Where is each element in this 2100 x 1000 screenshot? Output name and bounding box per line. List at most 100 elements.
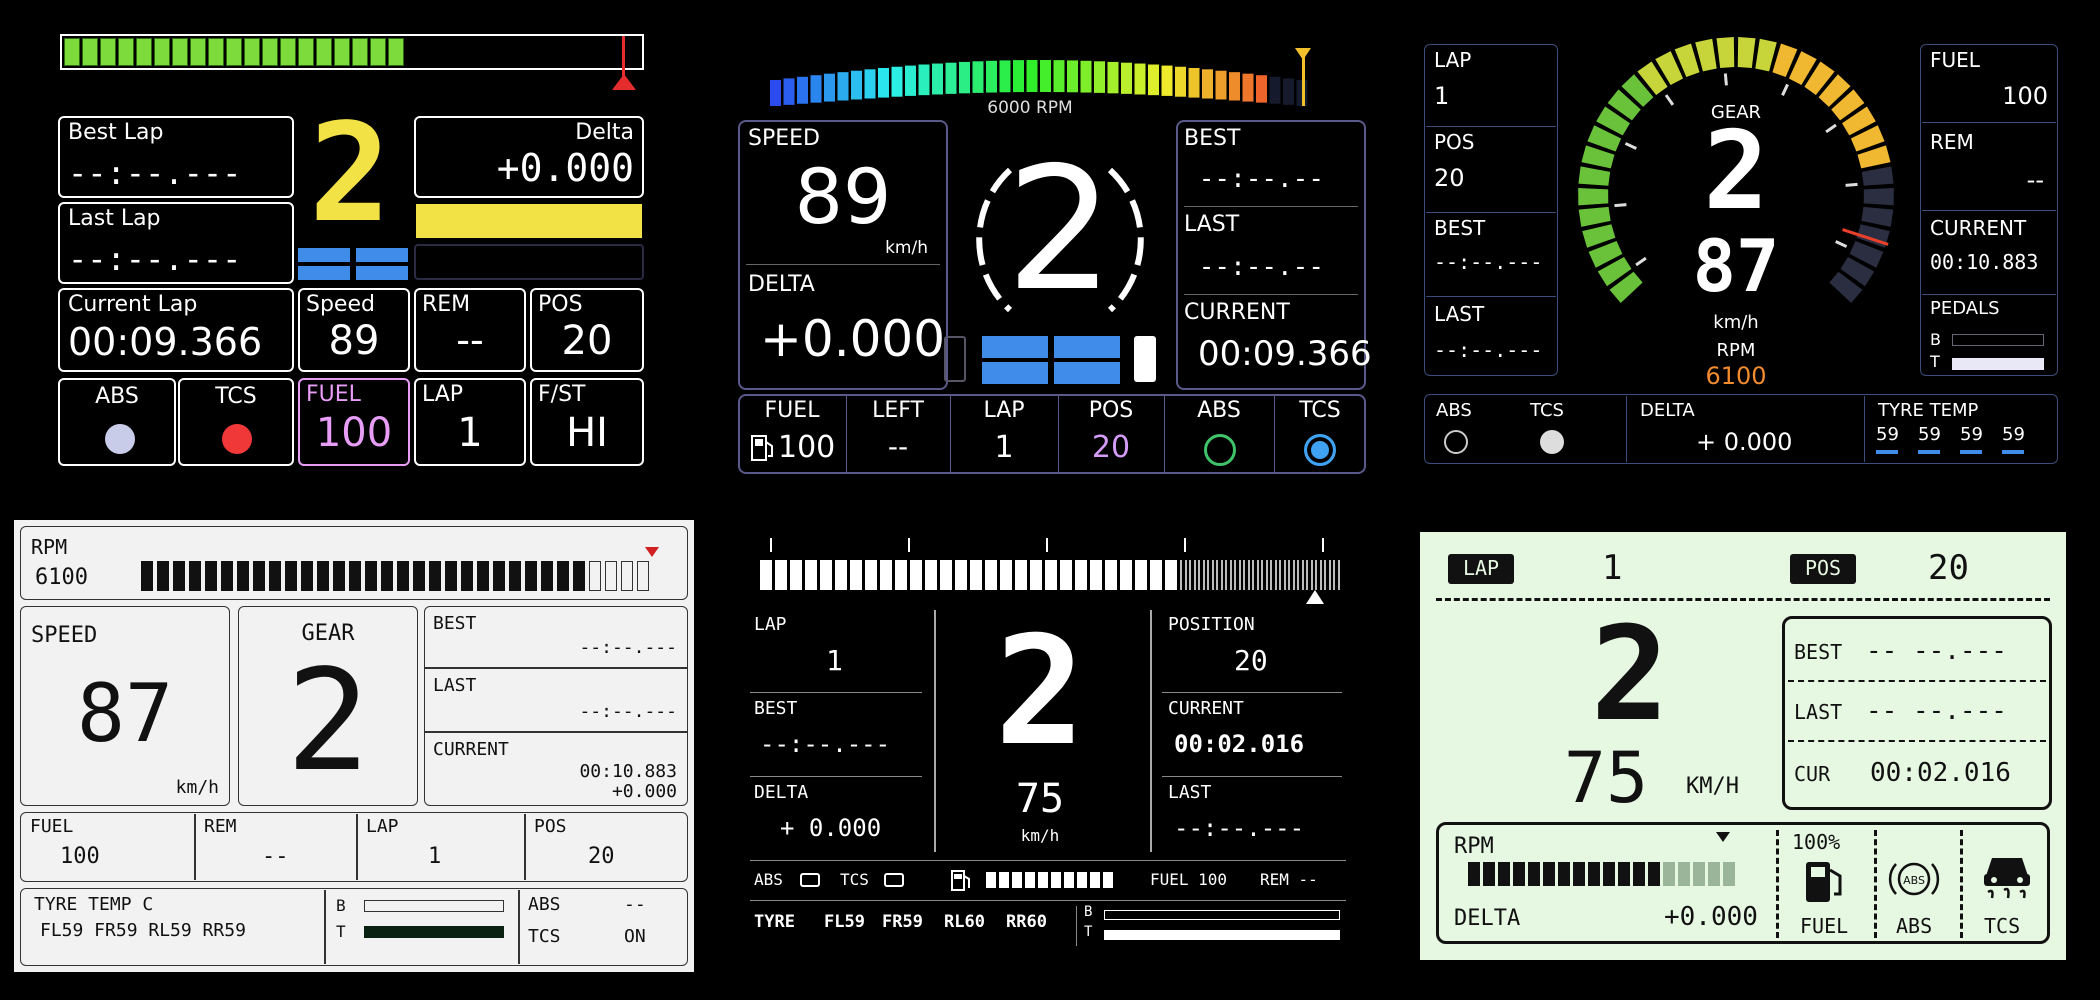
rpm-segment-fine	[1337, 560, 1340, 590]
rpm-segment	[837, 72, 849, 101]
rpm-segment	[1188, 67, 1200, 98]
rpm-segment	[925, 560, 937, 590]
laptime-box: BEST --:--.--- LAST --:--.--- CURRENT 00…	[424, 606, 688, 806]
fuel-label: FUEL	[1930, 48, 1980, 72]
lap-label: LAP	[983, 398, 1025, 423]
rpm-segment	[221, 561, 233, 591]
rpm-label: RPM	[31, 535, 68, 559]
rpm-segment-fine	[1198, 560, 1200, 590]
speed-unit: km/h	[885, 238, 928, 258]
tcs-box: TCS	[178, 378, 294, 466]
tcs-cell: TCS	[1274, 394, 1366, 474]
abs-box: ABS	[58, 378, 176, 466]
rpm-segment	[172, 38, 188, 66]
fuel-segment	[999, 872, 1009, 888]
laptime-box: BEST --:--.-- LAST --:--.-- CURRENT 00:0…	[1176, 120, 1372, 390]
best-lap-label: Best Lap	[68, 120, 164, 145]
rpm-segment	[810, 75, 822, 103]
rpm-segment	[1067, 60, 1078, 93]
rpm-tick	[770, 538, 772, 552]
speed-box: SPEED 87 km/h	[20, 606, 230, 806]
rpm-tick	[1322, 538, 1324, 552]
rpm-gauge-segment	[1861, 166, 1894, 186]
pedal-b-label: B	[1084, 904, 1093, 920]
rpm-segment	[189, 561, 201, 591]
rpm-segment-fine	[1180, 560, 1182, 590]
lap-label: LAP	[754, 614, 787, 635]
speed-delta-box: SPEED 89 km/h DELTA +0.000	[738, 120, 948, 390]
rpm-segment	[1618, 862, 1630, 886]
rpm-segment-fine	[1247, 560, 1250, 590]
dash-panel-classic-color: Best Lap --:--.--- Last Lap --:--.--- 2 …	[0, 0, 660, 500]
pos-value: 20	[1434, 164, 1465, 192]
tcs-label: TCS	[1984, 914, 2021, 938]
rpm-segment	[1513, 862, 1525, 886]
current-lap-value: 00:09.366	[68, 320, 263, 364]
rpm-segment	[118, 38, 134, 66]
current-lap-box: Current Lap 00:09.366	[58, 288, 294, 372]
rpm-segment	[999, 60, 1011, 93]
best-value: --:--.---	[1434, 250, 1543, 274]
rpm-segment	[972, 61, 984, 93]
rpm-segment-fine	[1328, 560, 1331, 590]
rpm-segment	[932, 63, 943, 95]
rpm-segment	[429, 561, 441, 591]
delta-label: DELTA	[1454, 906, 1521, 931]
current-value: 00:10.883	[579, 761, 677, 782]
current-value: 00:02.016	[1174, 730, 1305, 758]
pos-cell: POS 20	[1058, 394, 1165, 474]
rpm-segment	[1040, 60, 1051, 93]
rpm-segment	[352, 38, 368, 66]
rpm-segment	[541, 561, 553, 591]
gear-box: GEAR 2	[238, 606, 418, 806]
rpm-segment	[1678, 862, 1690, 886]
current-label: CURRENT	[433, 739, 509, 760]
rpm-segment	[1107, 61, 1119, 94]
best-label: BEST	[1434, 216, 1486, 240]
last-value: --:--.---	[579, 701, 677, 722]
speed-unit: km/h	[1713, 312, 1759, 333]
rpm-segment	[413, 561, 425, 591]
lap-label: LAP	[1462, 556, 1500, 580]
rpm-segment	[381, 561, 393, 591]
rpm-segment	[1558, 862, 1570, 886]
rpm-segment-fine	[1229, 560, 1232, 590]
rpm-segment-fine	[1265, 560, 1268, 590]
rpm-gauge-segment	[1578, 206, 1611, 227]
current-value: 00:09.366	[1198, 334, 1372, 374]
tcs-indicator-icon	[1540, 430, 1564, 454]
speed-value: 75	[1563, 737, 1649, 819]
rpm-segment	[1723, 862, 1735, 886]
speed-label: SPEED	[748, 126, 820, 151]
gauge-tick	[1723, 73, 1728, 86]
rpm-segment	[190, 38, 206, 66]
rpm-segment	[851, 70, 862, 100]
tyre-fr: FR59	[882, 912, 923, 932]
rpm-segment-fine	[1279, 560, 1281, 590]
rpm-segment	[525, 561, 537, 591]
rpm-segment-fine	[1256, 560, 1259, 590]
dash-panel-black-mono: LAP 1 BEST --:--.--- DELTA + 0.000 2 75 …	[740, 520, 1360, 972]
pedal-t-label: T	[1930, 352, 1940, 371]
rpm-box: RPM 6100	[20, 526, 688, 600]
brake-pedal-bar	[1952, 334, 2044, 346]
abs-cell: ABS	[1164, 394, 1275, 474]
fst-box: F/ST HI	[530, 378, 644, 466]
rpm-segment	[334, 38, 350, 66]
rpm-segment-fine	[1202, 560, 1205, 590]
rem-label: REM	[1930, 130, 1974, 154]
rpm-segment	[1175, 66, 1186, 97]
rpm-segment	[865, 560, 877, 590]
rpm-segment	[835, 560, 847, 590]
clutch-indicator-left	[944, 336, 966, 382]
lap-badge: LAP	[1448, 554, 1514, 584]
fuel-box: FUEL 100	[298, 378, 410, 466]
speed-label: Speed	[306, 292, 375, 317]
rpm-segment	[244, 38, 260, 66]
rpm-segment	[1090, 560, 1102, 590]
tyre-fl: 59	[1876, 424, 1899, 445]
rpm-segment	[365, 561, 377, 591]
rpm-segment	[1543, 862, 1555, 886]
rem-label: REM	[204, 816, 237, 837]
fuel-label: FUEL	[764, 398, 820, 423]
